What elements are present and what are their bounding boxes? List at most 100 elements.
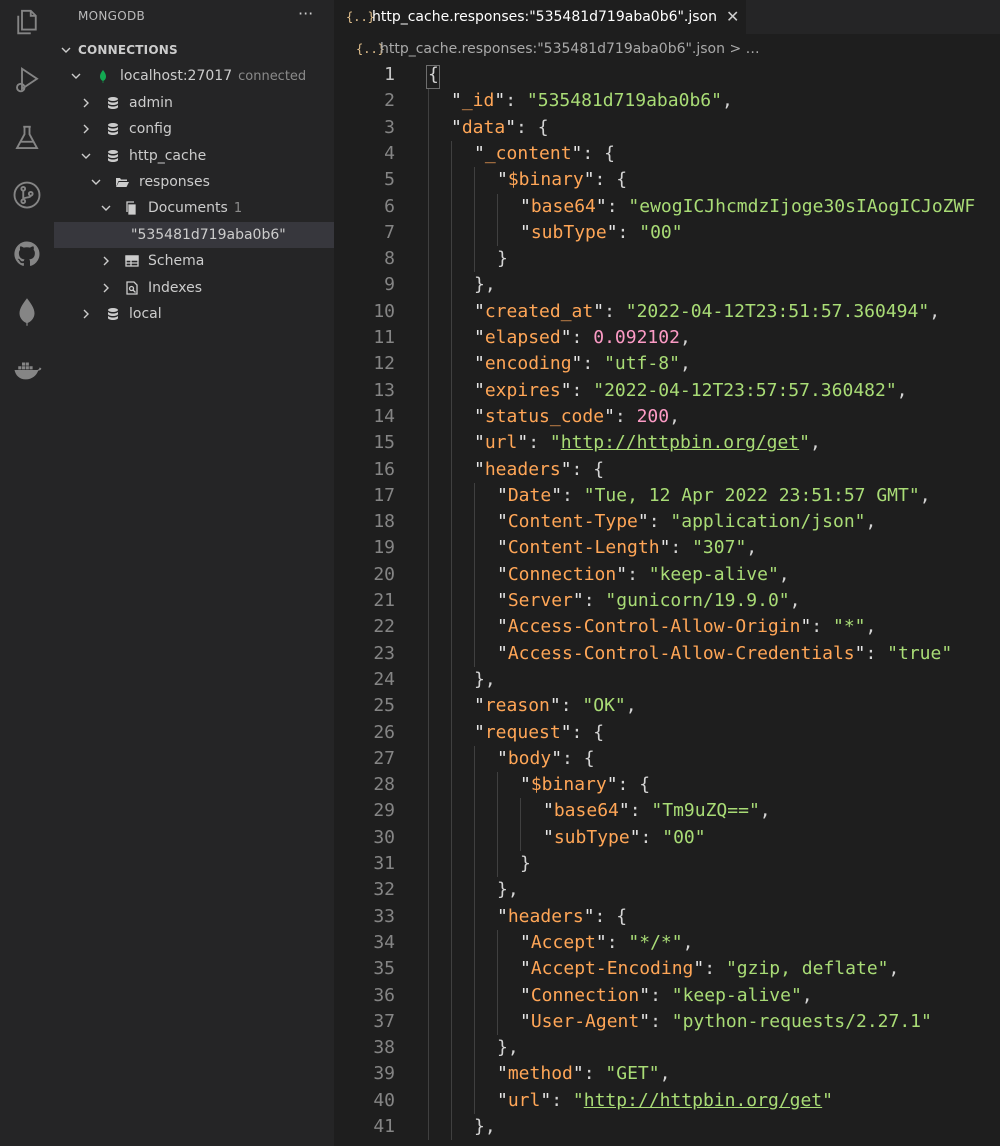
tree-item-db-config[interactable]: config — [54, 116, 334, 142]
close-icon[interactable]: ✕ — [726, 0, 739, 34]
tree-item-indexes[interactable]: Indexes — [54, 275, 334, 301]
punctuation: , — [789, 590, 801, 611]
indexes-label: Indexes — [148, 280, 203, 296]
code-text: "Date": "Tue, 12 Apr 2022 23:51:57 GMT", — [497, 483, 931, 509]
code-line: 29 "base64": "Tm9uZQ==", — [334, 798, 1000, 824]
quote: " — [517, 432, 529, 454]
quote: " — [451, 90, 462, 112]
quote: " — [799, 432, 810, 454]
mongodb-leaf-icon[interactable] — [9, 294, 45, 330]
line-number: 8 — [384, 248, 395, 270]
json-string-value: "gzip, deflate" — [725, 958, 889, 980]
tree-item-collection-responses[interactable]: responses — [54, 169, 334, 195]
code-text: "created_at": "2022-04-12T23:51:57.36049… — [474, 299, 940, 325]
tree-item-db-admin[interactable]: admin — [54, 90, 334, 116]
code-text: "$binary": { — [520, 772, 650, 798]
editor-tab[interactable]: {..} http_cache.responses:"535481d719aba… — [334, 0, 746, 34]
quote: " — [505, 116, 517, 138]
breadcrumb-label: http_cache.responses:"535481d719aba0b6".… — [380, 41, 760, 57]
punctuation: , — [721, 90, 733, 112]
json-string-value: "GET" — [605, 1063, 660, 1085]
punctuation: , — [659, 1063, 671, 1085]
json-key: base64 — [553, 800, 619, 822]
index-icon — [125, 281, 139, 295]
quote: " — [800, 616, 812, 638]
code-text: "headers": { — [497, 904, 627, 930]
code-line: 26 "request": { — [334, 720, 1000, 746]
colon: : — [582, 142, 605, 164]
run-debug-icon[interactable] — [9, 62, 45, 98]
code-text: "Connection": "keep-alive", — [520, 983, 813, 1009]
code-text: "$binary": { — [497, 167, 627, 193]
flask-icon[interactable] — [9, 120, 45, 156]
code-editor[interactable]: 1{2 "_id": "535481d719aba0b6", 3 "data": {4… — [334, 62, 1000, 1146]
colon: : — [704, 958, 726, 980]
connections-section-header[interactable]: CONNECTIONS — [54, 37, 334, 63]
punctuation: , — [679, 353, 691, 375]
json-string-value: "2022-04-12T23:51:57.360494" — [625, 300, 930, 322]
quote: " — [572, 1063, 584, 1085]
tree-item-db-http-cache[interactable]: http_cache — [54, 143, 334, 169]
quote: " — [497, 747, 508, 769]
quote: " — [520, 221, 531, 243]
code-line: 31} — [334, 851, 1000, 877]
source-control-icon[interactable] — [9, 177, 45, 213]
quote: " — [854, 642, 866, 664]
code-line: 35 "Accept-Encoding": "gzip, deflate", — [334, 956, 1000, 982]
code-line: 39 "method": "GET", — [334, 1061, 1000, 1087]
documents-icon — [125, 201, 139, 215]
quote: " — [822, 1089, 833, 1111]
tree-item-document[interactable]: "535481d719aba0b6" — [54, 222, 334, 248]
punctuation: , — [778, 563, 790, 585]
json-key: Content-Length — [507, 537, 660, 559]
punctuation: , — [759, 800, 771, 822]
code-text: "headers": { — [474, 457, 604, 483]
quote: " — [560, 721, 572, 743]
tree-item-db-local[interactable]: local — [54, 301, 334, 327]
json-key: method — [507, 1063, 573, 1085]
quote: " — [540, 1089, 552, 1111]
line-number: 39 — [373, 1063, 395, 1085]
punctuation: }, — [474, 668, 496, 690]
quote: " — [520, 958, 531, 980]
quote: " — [549, 432, 561, 454]
colon: : — [640, 826, 663, 848]
code-text: "method": "GET", — [497, 1061, 670, 1087]
json-string-value: "307" — [692, 537, 747, 559]
breadcrumb[interactable]: {..} http_cache.responses:"535481d719aba… — [334, 34, 1000, 64]
code-line: 37 "User-Agent": "python-requests/2.27.1" — [334, 1009, 1000, 1035]
code-line: 21 "Server": "gunicorn/19.9.0", — [334, 588, 1000, 614]
code-text: "reason": "OK", — [474, 693, 637, 719]
schema-label: Schema — [148, 253, 205, 269]
punctuation: { — [639, 774, 651, 796]
folder-open-icon — [115, 175, 129, 189]
json-string-value: "application/json" — [670, 511, 866, 533]
tree-item-documents[interactable]: Documents 1 — [54, 195, 334, 221]
more-actions-icon[interactable]: ··· — [298, 4, 313, 23]
line-number: 2 — [384, 90, 395, 112]
json-number-value: 200 — [636, 405, 670, 427]
punctuation: , — [679, 327, 691, 348]
code-line: 10 "created_at": "2022-04-12T23:51:57.360… — [334, 299, 1000, 325]
quote: " — [474, 300, 485, 322]
indent-guide — [497, 929, 498, 1036]
db-label: config — [129, 121, 172, 137]
colon: : — [562, 484, 584, 506]
tree-item-connection[interactable]: localhost:27017 connected — [54, 63, 334, 89]
quote: " — [474, 405, 485, 427]
json-key: Content-Type — [507, 511, 638, 533]
code-line: 20 "Connection": "keep-alive", — [334, 562, 1000, 588]
colon: : — [629, 800, 652, 822]
chevron-down-icon — [60, 44, 72, 56]
database-icon — [106, 96, 120, 110]
quote: " — [616, 563, 628, 585]
documents-count: 1 — [233, 201, 243, 216]
chevron-down-icon — [70, 70, 82, 82]
tree-item-schema[interactable]: Schema — [54, 248, 334, 274]
docker-icon[interactable] — [9, 352, 45, 388]
code-text: "encoding": "utf-8", — [474, 351, 691, 377]
github-icon[interactable] — [9, 236, 45, 272]
files-icon[interactable] — [9, 4, 45, 40]
table-icon — [125, 254, 139, 268]
code-line: 2 "_id": "535481d719aba0b6", — [334, 88, 1000, 114]
